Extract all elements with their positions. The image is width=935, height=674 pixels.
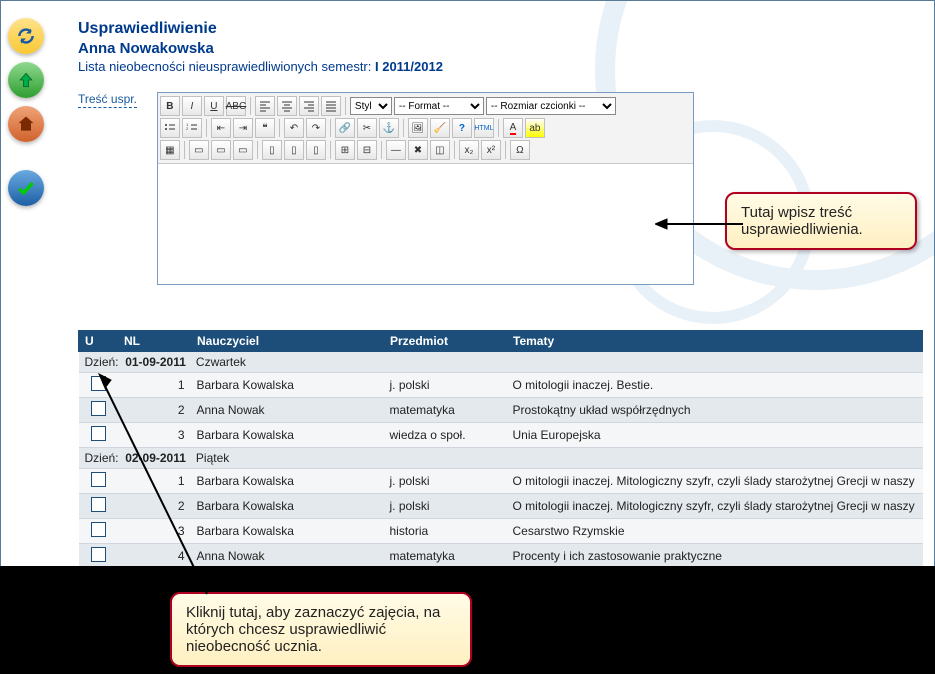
sidebar bbox=[8, 18, 58, 214]
teacher-cell: Anna Nowak bbox=[191, 398, 384, 423]
row-after-button[interactable]: ▭ bbox=[211, 140, 231, 160]
hr-button[interactable]: — bbox=[386, 140, 406, 160]
page-title: Usprawiedliwienie bbox=[78, 20, 925, 38]
undo-button[interactable]: ↶ bbox=[284, 118, 304, 138]
topic-cell: O mitologii inaczej. Bestie. bbox=[507, 373, 923, 398]
redo-button[interactable]: ↷ bbox=[306, 118, 326, 138]
align-left-button[interactable] bbox=[255, 96, 275, 116]
teacher-cell: Anna Nowak bbox=[191, 544, 384, 569]
editor-toolbar: B I U ABC Styl -- Format -- -- Rozmiar c… bbox=[158, 93, 693, 164]
subject-cell: historia bbox=[384, 519, 507, 544]
textcolor-button[interactable]: A bbox=[503, 118, 523, 138]
sup-button[interactable]: x² bbox=[481, 140, 501, 160]
teacher-cell: Barbara Kowalska bbox=[191, 519, 384, 544]
row-delete-button[interactable]: ▭ bbox=[233, 140, 253, 160]
visualaid-button[interactable]: ◫ bbox=[430, 140, 450, 160]
col-nl: NL bbox=[118, 331, 191, 352]
row-before-button[interactable]: ▭ bbox=[189, 140, 209, 160]
col-after-button[interactable]: ▯ bbox=[284, 140, 304, 160]
col-delete-button[interactable]: ▯ bbox=[306, 140, 326, 160]
topic-cell: Prostokątny układ współrzędnych bbox=[507, 398, 923, 423]
subject-cell: j. polski bbox=[384, 373, 507, 398]
outdent-button[interactable]: ⇤ bbox=[211, 118, 231, 138]
format-select[interactable]: -- Format -- bbox=[394, 97, 484, 115]
cleanup-button[interactable]: 🧹 bbox=[430, 118, 450, 138]
align-center-button[interactable] bbox=[277, 96, 297, 116]
split-button[interactable]: ⊟ bbox=[357, 140, 377, 160]
italic-button[interactable]: I bbox=[182, 96, 202, 116]
col-before-button[interactable]: ▯ bbox=[262, 140, 282, 160]
bgcolor-button[interactable]: ab bbox=[525, 118, 545, 138]
sub-button[interactable]: x₂ bbox=[459, 140, 479, 160]
annotation-checkbox: Kliknij tutaj, aby zaznaczyć zajęcia, na… bbox=[170, 592, 472, 667]
bold-button[interactable]: B bbox=[160, 96, 180, 116]
topic-cell: Cesarstwo Rzymskie bbox=[507, 519, 923, 544]
subject-cell: j. polski bbox=[384, 494, 507, 519]
link-button[interactable]: 🔗 bbox=[335, 118, 355, 138]
check-icon bbox=[16, 178, 36, 198]
arrow-icon bbox=[97, 372, 217, 597]
topic-cell: O mitologii inaczej. Mitologiczny szyfr,… bbox=[507, 469, 923, 494]
arrow-icon bbox=[655, 216, 745, 232]
style-select[interactable]: Styl bbox=[350, 97, 392, 115]
list-number-button[interactable]: 12 bbox=[182, 118, 202, 138]
merge-button[interactable]: ⊞ bbox=[335, 140, 355, 160]
student-name: Anna Nowakowska bbox=[78, 40, 925, 57]
quote-button[interactable]: ❝ bbox=[255, 118, 275, 138]
unlink-button[interactable]: ✂ bbox=[357, 118, 377, 138]
home-button[interactable] bbox=[8, 106, 44, 142]
teacher-cell: Barbara Kowalska bbox=[191, 423, 384, 448]
editor-label: Treść uspr. bbox=[78, 92, 137, 108]
col-topics: Tematy bbox=[507, 331, 923, 352]
teacher-cell: Barbara Kowalska bbox=[191, 373, 384, 398]
subject-cell: matematyka bbox=[384, 398, 507, 423]
removefmt-button[interactable]: ✖ bbox=[408, 140, 428, 160]
svg-text:2: 2 bbox=[186, 126, 189, 131]
annotation-editor: Tutaj wpisz treść usprawiedliwienia. bbox=[725, 192, 917, 250]
editor-textarea[interactable] bbox=[158, 164, 693, 284]
list-description: Lista nieobecności nieusprawiedliwionych… bbox=[78, 59, 925, 74]
teacher-cell: Barbara Kowalska bbox=[191, 469, 384, 494]
subject-cell: matematyka bbox=[384, 544, 507, 569]
day-header-row: Dzień: 01-09-2011 Czwartek bbox=[79, 352, 923, 373]
html-button[interactable]: HTML bbox=[474, 118, 494, 138]
back-button[interactable] bbox=[8, 62, 44, 98]
table-button[interactable]: ▦ bbox=[160, 140, 180, 160]
confirm-button[interactable] bbox=[8, 170, 44, 206]
teacher-cell: Barbara Kowalska bbox=[191, 494, 384, 519]
topic-cell: Unia Europejska bbox=[507, 423, 923, 448]
sync-icon bbox=[16, 26, 36, 46]
rich-text-editor: B I U ABC Styl -- Format -- -- Rozmiar c… bbox=[157, 92, 694, 285]
subject-cell: wiedza o społ. bbox=[384, 423, 507, 448]
underline-button[interactable]: U bbox=[204, 96, 224, 116]
sync-button[interactable] bbox=[8, 18, 44, 54]
subject-cell: j. polski bbox=[384, 469, 507, 494]
fontsize-select[interactable]: -- Rozmiar czcionki -- bbox=[486, 97, 616, 115]
semester-value: I 2011/2012 bbox=[375, 59, 443, 74]
align-right-button[interactable] bbox=[299, 96, 319, 116]
col-teacher: Nauczyciel bbox=[191, 331, 384, 352]
home-icon bbox=[16, 114, 36, 134]
strike-button[interactable]: ABC bbox=[226, 96, 246, 116]
topic-cell: Procenty i ich zastosowanie praktyczne bbox=[507, 544, 923, 569]
help-button[interactable]: ? bbox=[452, 118, 472, 138]
topic-cell: O mitologii inaczej. Mitologiczny szyfr,… bbox=[507, 494, 923, 519]
align-justify-button[interactable] bbox=[321, 96, 341, 116]
table-header-row: U NL Nauczyciel Przedmiot Tematy bbox=[79, 331, 923, 352]
image-button[interactable]: 🖼 bbox=[408, 118, 428, 138]
indent-button[interactable]: ⇥ bbox=[233, 118, 253, 138]
anchor-button[interactable]: ⚓ bbox=[379, 118, 399, 138]
list-prefix: Lista nieobecności nieusprawiedliwionych… bbox=[78, 59, 375, 74]
arrow-up-icon bbox=[16, 70, 36, 90]
col-subject: Przedmiot bbox=[384, 331, 507, 352]
char-button[interactable]: Ω bbox=[510, 140, 530, 160]
list-bullet-button[interactable] bbox=[160, 118, 180, 138]
col-u: U bbox=[79, 331, 118, 352]
